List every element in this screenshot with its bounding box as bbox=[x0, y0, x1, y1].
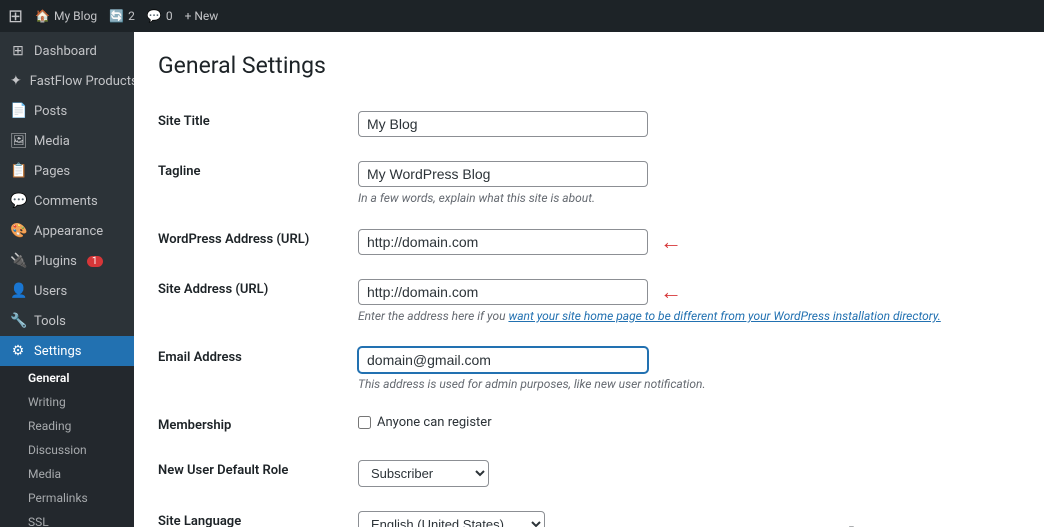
sidebar-item-appearance[interactable]: 🎨 Appearance bbox=[0, 216, 134, 246]
submenu-media[interactable]: Media bbox=[0, 462, 134, 486]
sidebar-item-users[interactable]: 👤 Users bbox=[0, 276, 134, 306]
membership-checkbox[interactable] bbox=[358, 416, 371, 429]
pages-icon: 📋 bbox=[10, 163, 26, 179]
default-role-row: New User Default Role Subscriber Contrib… bbox=[158, 448, 1020, 499]
sidebar: ⊞ Dashboard ✦ FastFlow Products 📄 Posts … bbox=[0, 32, 134, 527]
updates-icon: 🔄 bbox=[109, 9, 124, 23]
submenu-reading[interactable]: Reading bbox=[0, 414, 134, 438]
wp-logo: ⊞ bbox=[8, 6, 23, 27]
tools-icon: 🔧 bbox=[10, 313, 26, 329]
topbar-updates[interactable]: 🔄 2 bbox=[109, 9, 135, 23]
site-title-row: Site Title bbox=[158, 99, 1020, 149]
comments-icon: 💬 bbox=[147, 9, 162, 23]
dashboard-icon: ⊞ bbox=[10, 43, 26, 59]
appearance-icon: 🎨 bbox=[10, 223, 26, 239]
main-content: General Settings Site Title Tagline In a… bbox=[134, 32, 1044, 527]
wp-address-row: WordPress Address (URL) ← bbox=[158, 217, 1020, 267]
topbar-comments[interactable]: 💬 0 bbox=[147, 9, 173, 23]
email-row: Email Address This address is used for a… bbox=[158, 335, 1020, 403]
submenu-general[interactable]: General bbox=[0, 366, 134, 390]
topbar: ⊞ 🏠 My Blog 🔄 2 💬 0 + New bbox=[0, 0, 1044, 32]
tagline-row: Tagline In a few words, explain what thi… bbox=[158, 149, 1020, 217]
sidebar-item-plugins[interactable]: 🔌 Plugins 1 bbox=[0, 246, 134, 276]
plugins-icon: 🔌 bbox=[10, 253, 26, 269]
email-input[interactable] bbox=[358, 347, 648, 373]
site-address-arrow: ← bbox=[660, 279, 682, 305]
sidebar-item-media[interactable]: 🖼 Media bbox=[0, 126, 134, 156]
wp-address-label: WordPress Address (URL) bbox=[158, 232, 309, 247]
site-address-input[interactable] bbox=[358, 279, 648, 305]
default-role-select[interactable]: Subscriber Contributor Author Editor Adm… bbox=[358, 460, 489, 487]
site-address-label: Site Address (URL) bbox=[158, 282, 268, 297]
sidebar-item-fastflow[interactable]: ✦ FastFlow Products bbox=[0, 66, 134, 96]
site-title-label: Site Title bbox=[158, 114, 210, 129]
language-row: Site Language English (United States) bbox=[158, 499, 1020, 527]
sidebar-item-dashboard[interactable]: ⊞ Dashboard bbox=[0, 36, 134, 66]
sidebar-item-settings[interactable]: ⚙ Settings bbox=[0, 336, 134, 366]
users-icon: 👤 bbox=[10, 283, 26, 299]
settings-icon: ⚙ bbox=[10, 343, 26, 359]
cursor-pointer: ↖ bbox=[847, 521, 860, 527]
email-label: Email Address bbox=[158, 350, 242, 365]
sidebar-item-posts[interactable]: 📄 Posts bbox=[0, 96, 134, 126]
page-title: General Settings bbox=[158, 52, 1020, 79]
tagline-input[interactable] bbox=[358, 161, 648, 187]
email-description: This address is used for admin purposes,… bbox=[358, 377, 1020, 391]
site-address-row: Site Address (URL) ← Enter the address h… bbox=[158, 267, 1020, 335]
site-address-field-row: ← bbox=[358, 279, 1020, 305]
site-address-description: Enter the address here if you want your … bbox=[358, 309, 1020, 323]
plugins-badge: 1 bbox=[87, 256, 103, 267]
site-title-input[interactable] bbox=[358, 111, 648, 137]
language-select[interactable]: English (United States) bbox=[358, 511, 545, 527]
sidebar-item-comments[interactable]: 💬 Comments bbox=[0, 186, 134, 216]
sidebar-item-tools[interactable]: 🔧 Tools bbox=[0, 306, 134, 336]
settings-form: Site Title Tagline In a few words, expla… bbox=[158, 99, 1020, 527]
wp-address-input[interactable] bbox=[358, 229, 648, 255]
submenu-writing[interactable]: Writing bbox=[0, 390, 134, 414]
sidebar-item-pages[interactable]: 📋 Pages bbox=[0, 156, 134, 186]
default-role-label: New User Default Role bbox=[158, 463, 288, 478]
media-icon: 🖼 bbox=[10, 133, 26, 149]
wp-address-arrow: ← bbox=[660, 229, 682, 255]
home-icon: 🏠 bbox=[35, 9, 50, 23]
membership-label: Membership bbox=[158, 418, 231, 433]
posts-icon: 📄 bbox=[10, 103, 26, 119]
membership-checkbox-label: Anyone can register bbox=[358, 415, 1020, 430]
topbar-site-name[interactable]: 🏠 My Blog bbox=[35, 9, 97, 23]
comments-icon: 💬 bbox=[10, 193, 26, 209]
fastflow-icon: ✦ bbox=[10, 73, 22, 89]
settings-submenu: General Writing Reading Discussion Media… bbox=[0, 366, 134, 527]
submenu-ssl[interactable]: SSL bbox=[0, 510, 134, 527]
wp-address-field-row: ← bbox=[358, 229, 1020, 255]
tagline-description: In a few words, explain what this site i… bbox=[358, 191, 1020, 205]
topbar-new-button[interactable]: + New bbox=[185, 9, 219, 23]
tagline-label: Tagline bbox=[158, 164, 200, 179]
submenu-permalinks[interactable]: Permalinks bbox=[0, 486, 134, 510]
membership-row: Membership Anyone can register bbox=[158, 403, 1020, 448]
language-label: Site Language bbox=[158, 514, 241, 527]
site-address-link[interactable]: want your site home page to be different… bbox=[508, 309, 940, 323]
submenu-discussion[interactable]: Discussion bbox=[0, 438, 134, 462]
